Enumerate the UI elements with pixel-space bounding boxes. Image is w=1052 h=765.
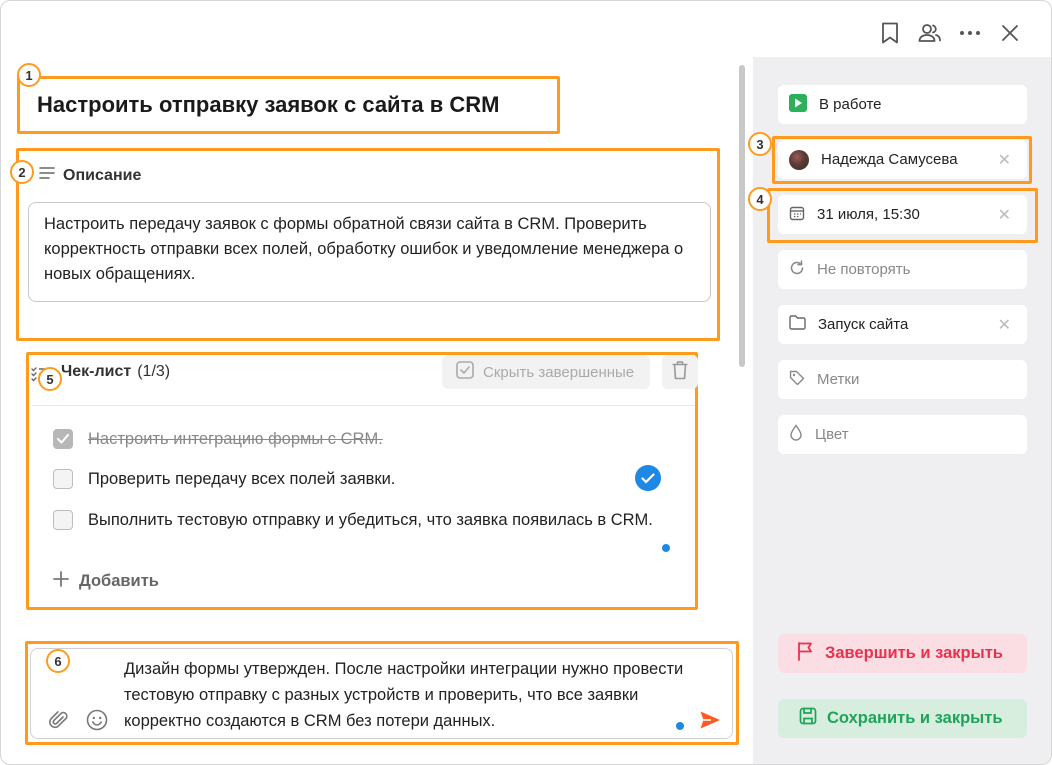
- bookmark-icon[interactable]: [876, 19, 904, 47]
- checklist-item-text: Выполнить тестовую отправку и убедиться,…: [88, 511, 653, 529]
- close-icon[interactable]: [996, 19, 1024, 47]
- checklist-divider: [32, 405, 695, 406]
- comment-text[interactable]: Дизайн формы утвержден. После настройки …: [124, 656, 684, 734]
- assignee-name: Надежда Самусева: [821, 151, 958, 168]
- clear-project-icon[interactable]: ✕: [998, 315, 1011, 335]
- tag-icon: [789, 370, 805, 390]
- tags-label: Метки: [817, 371, 860, 388]
- deadline-field[interactable]: 31 июля, 15:30 ✕: [778, 195, 1027, 234]
- flag-icon: [797, 641, 815, 666]
- attach-icon[interactable]: [46, 707, 72, 733]
- calendar-icon: [789, 205, 805, 225]
- annotation-badge-4: 4: [748, 187, 772, 211]
- repeat-icon: [789, 259, 805, 280]
- assignee-field[interactable]: Надежда Самусева ✕: [778, 140, 1027, 179]
- annotation-badge-5: 5: [38, 367, 62, 391]
- description-lines-icon: [39, 165, 55, 186]
- repeat-field[interactable]: Не повторять: [778, 250, 1027, 289]
- clear-assignee-icon[interactable]: ✕: [998, 150, 1011, 170]
- color-field[interactable]: Цвет: [778, 415, 1027, 454]
- checklist-title: Чек-лист (1/3): [61, 363, 170, 381]
- save-label: Сохранить и закрыть: [827, 709, 1003, 727]
- status-label: В работе: [819, 96, 882, 113]
- checklist-item[interactable]: Проверить передачу всех полей заявки.: [53, 467, 653, 492]
- participants-icon[interactable]: [916, 19, 944, 47]
- finish-label: Завершить и закрыть: [825, 644, 1003, 662]
- play-icon: [789, 93, 807, 116]
- task-title-box[interactable]: Настроить отправку заявок с сайта в CRM: [17, 76, 560, 134]
- checklist-title-text: Чек-лист: [61, 363, 132, 380]
- drop-icon: [789, 424, 803, 445]
- checklist-item-text: Настроить интеграцию формы с CRM.: [88, 430, 383, 448]
- description-section: Описание Настроить передачу заявок с фор…: [16, 148, 720, 341]
- description-label: Описание: [63, 166, 142, 184]
- hide-completed-label: Скрыть завершенные: [483, 363, 635, 381]
- annotation-badge-2: 2: [10, 160, 34, 184]
- avatar: [789, 149, 809, 170]
- status-field[interactable]: В работе: [778, 85, 1027, 124]
- cursor-dot-indicator: [662, 544, 670, 552]
- folder-icon: [789, 315, 806, 334]
- emoji-icon[interactable]: [84, 707, 110, 733]
- project-field[interactable]: Запуск сайта ✕: [778, 305, 1027, 344]
- finish-and-close-button[interactable]: Завершить и закрыть: [778, 634, 1027, 673]
- checklist-item[interactable]: Выполнить тестовую отправку и убедиться,…: [53, 508, 653, 533]
- task-sidebar: В работе 3 Надежда Самусева ✕ 4 31 июля,…: [748, 57, 1051, 764]
- save-and-close-button[interactable]: Сохранить и закрыть: [778, 699, 1027, 738]
- delete-checklist-button[interactable]: [662, 355, 698, 389]
- comment-section: Дизайн формы утвержден. После настройки …: [25, 641, 739, 745]
- scrollbar[interactable]: [739, 65, 745, 367]
- comment-input[interactable]: Дизайн формы утвержден. После настройки …: [30, 648, 733, 739]
- checklist-item-text: Проверить передачу всех полей заявки.: [88, 470, 396, 488]
- color-label: Цвет: [815, 426, 849, 443]
- task-window: 1 Настроить отправку заявок с сайта в CR…: [0, 0, 1052, 765]
- checklist-item[interactable]: Настроить интеграцию формы с CRM.: [53, 427, 653, 452]
- trash-icon: [671, 360, 689, 385]
- annotation-badge-1: 1: [17, 63, 41, 87]
- add-checklist-item-button[interactable]: Добавить: [53, 571, 159, 592]
- more-icon[interactable]: [956, 19, 984, 47]
- clear-deadline-icon[interactable]: ✕: [998, 205, 1011, 225]
- checklist-section: Чек-лист (1/3) Скрыть завершенные Настрои…: [26, 352, 698, 610]
- checklist-count: (1/3): [137, 363, 171, 380]
- add-label: Добавить: [79, 572, 159, 590]
- task-title[interactable]: Настроить отправку заявок с сайта в CRM: [37, 92, 499, 118]
- confirm-check-icon[interactable]: [635, 465, 661, 491]
- description-header: Описание: [39, 165, 141, 186]
- tags-field[interactable]: Метки: [778, 360, 1027, 399]
- send-icon[interactable]: [699, 709, 721, 736]
- hide-completed-icon: [455, 360, 475, 384]
- comment-cursor-dot: [676, 722, 684, 730]
- save-icon: [799, 707, 817, 730]
- annotation-badge-3: 3: [748, 132, 772, 156]
- checkbox-checked[interactable]: [53, 429, 73, 449]
- description-field[interactable]: Настроить передачу заявок с формы обратн…: [28, 202, 711, 302]
- repeat-label: Не повторять: [817, 261, 911, 278]
- project-label: Запуск сайта: [818, 316, 909, 333]
- plus-icon: [53, 571, 69, 592]
- checkbox[interactable]: [53, 469, 73, 489]
- annotation-badge-6: 6: [46, 649, 70, 673]
- deadline-label: 31 июля, 15:30: [817, 206, 920, 223]
- checkbox[interactable]: [53, 510, 73, 530]
- hide-completed-button[interactable]: Скрыть завершенные: [442, 355, 650, 389]
